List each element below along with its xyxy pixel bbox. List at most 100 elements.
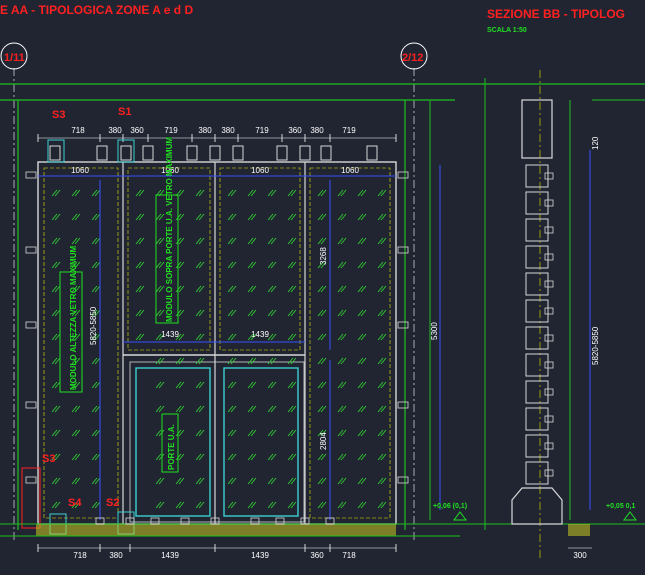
bracket: [120, 145, 132, 161]
hatch-mark: [247, 261, 257, 269]
hatch-mark: [175, 405, 185, 413]
hatch-mark: [195, 477, 205, 485]
bottom-dim-label: 380: [109, 551, 123, 560]
hatch-mark: [337, 213, 347, 221]
bottom-dim-label: 1439: [251, 551, 269, 560]
bottom-dimension-chain: 718 380 1439 1439 360 718: [37, 544, 397, 560]
level-triangle-b: [623, 511, 637, 521]
hatch-mark: [155, 429, 165, 437]
hatch-mark: [377, 357, 387, 365]
hatch-mark: [175, 453, 185, 461]
hatch-mark: [287, 501, 297, 509]
hatch-mark: [377, 429, 387, 437]
section-clip: [544, 226, 554, 234]
anchor-left: [25, 476, 37, 484]
hatch-mark: [247, 501, 257, 509]
top-dim-label: 360: [130, 126, 144, 135]
hatch-mark: [227, 357, 237, 365]
hatch-mark: [51, 309, 61, 317]
hatch-mark: [287, 381, 297, 389]
bracket: [209, 145, 221, 161]
hatch-mark: [317, 213, 327, 221]
hatch-mark: [91, 429, 101, 437]
hatch-mark: [227, 477, 237, 485]
hatch-mark: [377, 405, 387, 413]
bracket: [142, 145, 154, 161]
hatch-mark: [51, 189, 61, 197]
section-bb-floor: [568, 524, 590, 536]
hatch-mark: [357, 333, 367, 341]
hatch-mark: [195, 309, 205, 317]
vertical-dim-range-left: 5820-5850: [89, 306, 98, 345]
hatch-mark: [287, 357, 297, 365]
hatch-mark: [247, 357, 257, 365]
hatch-mark: [317, 357, 327, 365]
hatch-mark: [357, 405, 367, 413]
glass-hatch-pattern: [51, 189, 387, 509]
top-dim-label: 380: [108, 126, 122, 135]
top-brackets: [49, 145, 378, 161]
glass-pane-1: [43, 167, 119, 519]
hatch-mark: [287, 189, 297, 197]
hatch-mark: [155, 357, 165, 365]
hatch-mark: [357, 189, 367, 197]
anchor-bottom: [250, 517, 260, 525]
section-bb-head: [521, 99, 553, 159]
side-anchors: [25, 171, 409, 525]
hatch-mark: [227, 405, 237, 413]
hatch-mark: [247, 237, 257, 245]
hatch-mark: [287, 285, 297, 293]
hatch-mark: [337, 453, 347, 461]
door-width-right: 1439: [251, 330, 269, 339]
bracket: [299, 145, 311, 161]
hatch-mark: [91, 285, 101, 293]
hatch-mark: [357, 261, 367, 269]
vertical-dim-section-top: 120: [591, 136, 600, 150]
hatch-mark: [357, 213, 367, 221]
hatch-mark: [267, 333, 277, 341]
hatch-mark: [247, 309, 257, 317]
top-dim-label: 360: [288, 126, 302, 135]
hatch-mark: [247, 213, 257, 221]
hatch-mark: [227, 453, 237, 461]
hatch-mark: [337, 189, 347, 197]
hatch-mark: [155, 237, 165, 245]
floor-slab: [36, 524, 396, 536]
level-marker-b: +0,05 0,1: [606, 503, 635, 510]
bracket: [366, 145, 378, 161]
hatch-mark: [175, 213, 185, 221]
section-bb-base: [511, 487, 563, 525]
hatch-mark: [357, 381, 367, 389]
hatch-mark: [195, 405, 205, 413]
hatch-mark: [91, 477, 101, 485]
anchor-right: [397, 401, 409, 409]
hatch-mark: [91, 381, 101, 389]
hatch-mark: [175, 285, 185, 293]
hatch-mark: [337, 501, 347, 509]
bracket: [186, 145, 198, 161]
hatch-mark: [51, 477, 61, 485]
hatch-mark: [195, 357, 205, 365]
hatch-mark: [195, 237, 205, 245]
section-bb-title: SEZIONE BB - TIPOLOG: [487, 7, 625, 21]
hatch-mark: [377, 333, 387, 341]
hatch-mark: [337, 333, 347, 341]
hatch-mark: [195, 333, 205, 341]
section-clip: [544, 172, 554, 180]
section-clip: [544, 442, 554, 450]
cad-drawing-canvas[interactable]: E AA - TIPOLOGICA ZONE A e d D SEZIONE B…: [0, 0, 645, 575]
anchor-bottom: [180, 517, 190, 525]
hatch-mark: [317, 333, 327, 341]
hatch-mark: [227, 285, 237, 293]
hatch-mark: [155, 261, 165, 269]
section-clip: [544, 388, 554, 396]
marker-s3-bottom: S3: [42, 453, 55, 465]
hatch-mark: [227, 237, 237, 245]
hatch-mark: [135, 309, 145, 317]
hatch-mark: [227, 429, 237, 437]
hatch-mark: [227, 381, 237, 389]
bracket: [232, 145, 244, 161]
top-dim-label: 380: [310, 126, 324, 135]
hatch-mark: [377, 501, 387, 509]
top-dimension-chain: 718 380 360 719 380 380 719 360 380 719: [37, 126, 397, 142]
